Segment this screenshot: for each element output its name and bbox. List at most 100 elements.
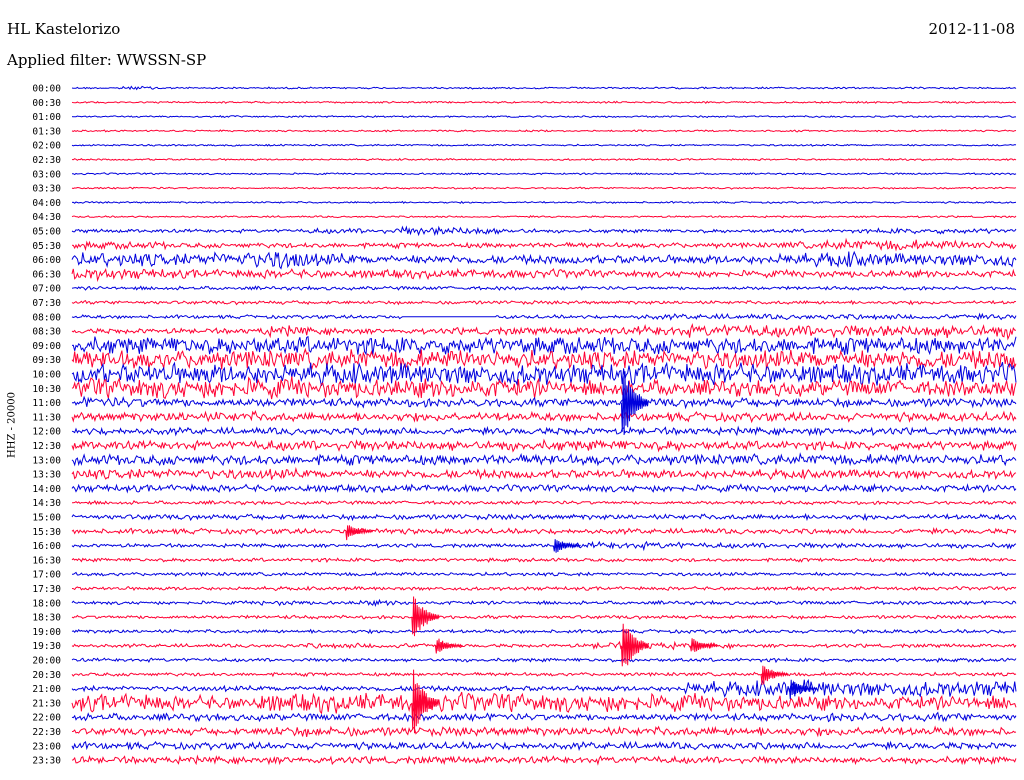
trace-0800 [71,312,1017,321]
trace-1100 [71,395,1017,410]
time-label-2300: 23:00 [32,741,61,752]
trace-0330 [71,186,1017,190]
time-label-0830: 08:30 [32,327,61,338]
trace-1330 [71,466,1017,481]
time-label-0300: 03:00 [32,169,61,180]
time-label-1230: 12:30 [32,441,61,452]
trace-0930 [71,347,1017,370]
time-label-2100: 21:00 [32,684,61,695]
trace-2300 [71,740,1017,752]
trace-0730 [71,299,1017,306]
trace-0230 [71,157,1017,162]
trace-0430 [71,215,1017,219]
event-spike-5 [552,539,581,553]
trace-0630 [71,267,1016,283]
trace-1930 [71,640,1017,651]
time-label-1400: 14:00 [32,484,61,495]
trace-1400 [71,482,1017,494]
trace-1700 [71,571,1017,577]
trace-0130 [71,129,1017,133]
time-label-1930: 19:30 [32,641,61,652]
trace-1900 [71,628,1017,635]
trace-0500 [71,225,1017,237]
time-label-2230: 22:30 [32,727,61,738]
time-label-1900: 19:00 [32,627,61,638]
time-label-2030: 20:30 [32,670,61,681]
trace-1630 [71,557,1016,564]
trace-2130 [71,691,1017,715]
trace-1500 [71,512,1017,522]
trace-1600 [71,540,1017,552]
trace-2200 [71,711,1017,723]
time-label-0730: 07:30 [32,298,61,309]
event-spike-1 [411,669,440,734]
time-label-0500: 05:00 [32,227,61,238]
time-labels: 00:00 00:30 01:00 01:30 02:00 02:30 03:00 03:30… [32,84,61,767]
time-label-0330: 03:30 [32,184,61,195]
time-label-1200: 12:00 [32,427,61,438]
trace-1800 [71,598,1017,607]
trace-1030 [71,376,1017,400]
trace-2030 [71,671,1017,678]
time-label-2130: 21:30 [32,698,61,709]
trace-0300 [71,172,1017,176]
trace-0900 [71,335,1017,356]
time-label-0000: 00:00 [32,84,61,95]
time-label-0130: 01:30 [32,126,61,137]
trace-1200 [71,425,1017,437]
time-label-1700: 17:00 [32,570,61,581]
trace-2100 [71,678,1017,698]
time-label-0100: 01:00 [32,112,61,123]
trace-0030 [71,100,1017,104]
trace-0600 [71,250,1017,270]
event-spike-4 [345,525,374,541]
event-spike-6 [434,638,463,654]
trace-1300 [71,452,1017,467]
time-label-1130: 11:30 [32,412,61,423]
time-label-0200: 02:00 [32,141,61,152]
time-label-1030: 10:30 [32,384,61,395]
time-label-1830: 18:30 [32,613,61,624]
trace-1830 [71,614,1017,620]
time-label-0930: 09:30 [32,355,61,366]
trace-0530 [71,237,1017,252]
trace-1230 [71,438,1017,453]
trace-0100 [71,115,1016,119]
time-label-0400: 04:00 [32,198,61,209]
time-label-1300: 13:00 [32,455,61,466]
trace-0400 [71,200,1017,204]
seismogram-plot: 00:00 00:30 01:00 01:30 02:00 02:30 03:00 03:30… [32,84,1017,767]
time-label-1630: 16:30 [32,555,61,566]
time-label-1530: 15:30 [32,527,61,538]
time-label-2200: 22:00 [32,713,61,724]
trace-0200 [71,143,1017,147]
time-label-0900: 09:00 [32,341,61,352]
trace-1730 [71,585,1017,592]
trace-2230 [71,725,1017,738]
time-label-1430: 14:30 [32,498,61,509]
trace-2000 [71,657,1017,664]
time-label-1000: 10:00 [32,370,61,381]
time-label-0700: 07:00 [32,284,61,295]
time-label-2330: 23:30 [32,756,61,767]
time-label-0600: 06:00 [32,255,61,266]
time-label-0630: 06:30 [32,269,61,280]
time-label-0430: 04:30 [32,212,61,223]
time-label-0230: 02:30 [32,155,61,166]
time-label-2000: 20:00 [32,656,61,667]
trace-1530 [71,527,1017,536]
time-label-1800: 18:00 [32,598,61,609]
time-label-1730: 17:30 [32,584,61,595]
time-label-1100: 11:00 [32,398,61,409]
time-label-0030: 00:30 [32,98,61,109]
time-label-1600: 16:00 [32,541,61,552]
time-label-0530: 05:30 [32,241,61,252]
trace-1130 [71,409,1017,424]
time-label-1330: 13:30 [32,470,61,481]
trace-1430 [71,499,1017,506]
trace-0830 [71,322,1017,341]
trace-0000 [71,85,1017,91]
time-label-0800: 08:00 [32,312,61,323]
trace-0700 [71,285,1017,291]
time-label-1500: 15:00 [32,513,61,524]
